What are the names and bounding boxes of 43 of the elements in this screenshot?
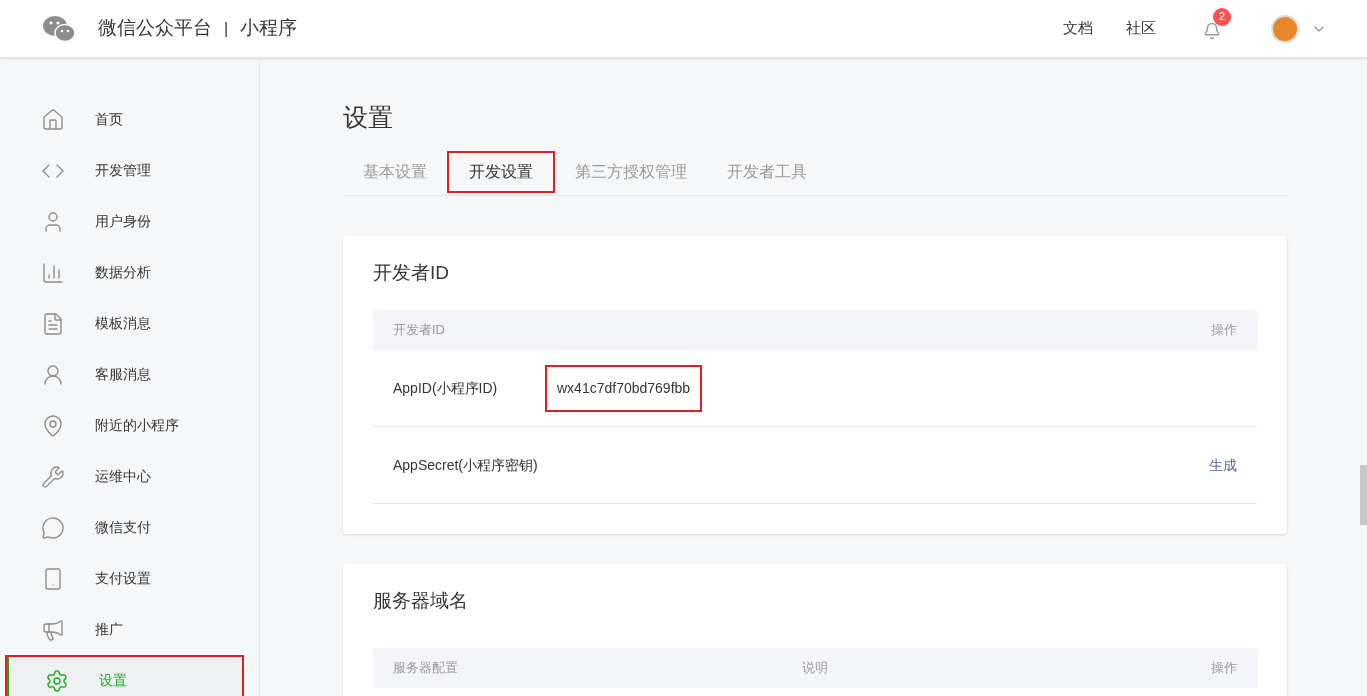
sidebar-item[interactable]: 客服消息	[5, 349, 244, 400]
chat-bubbles-logo	[42, 14, 76, 43]
sidebar-item[interactable]: 支付设置	[5, 553, 244, 604]
table-cell-text: AppSecret(小程序密钥)	[393, 455, 539, 475]
table-cell: wx41c7df70bd769fbb	[545, 364, 703, 412]
person-icon	[41, 362, 65, 387]
notification-badge: 2	[1213, 7, 1231, 26]
column-header: 服务器配置	[393, 659, 459, 678]
generate-link[interactable]: 生成	[1209, 454, 1237, 476]
page-title: 设置	[343, 102, 394, 133]
column-header: 说明	[802, 659, 828, 678]
bell-icon	[1203, 21, 1221, 40]
column-header: 操作	[1211, 659, 1237, 678]
avatar	[1271, 14, 1299, 43]
column-header: 开发者ID	[393, 321, 445, 340]
sidebar-item[interactable]: 附近的小程序	[5, 400, 244, 451]
scrollbar-thumb	[1360, 465, 1367, 525]
wrench-icon	[41, 464, 65, 489]
product-name: 小程序	[240, 16, 298, 41]
table-cell-text: AppID(小程序ID)	[393, 378, 499, 398]
sidebar-item[interactable]: 运维中心	[5, 451, 244, 502]
column-header: 操作	[1211, 321, 1237, 340]
card-title: 服务器域名	[373, 589, 469, 613]
location-pin-icon	[41, 413, 65, 438]
card-title: 开发者ID	[373, 261, 450, 285]
document-icon	[41, 311, 65, 336]
tab[interactable]: 开发设置	[447, 151, 555, 193]
sidebar-item[interactable]: 开发管理	[5, 145, 244, 196]
settings-icon	[45, 668, 69, 693]
header-link[interactable]: 文档	[1063, 17, 1093, 40]
sidebar-item[interactable]: 用户身份	[5, 196, 244, 247]
header-link[interactable]: 社区	[1126, 17, 1156, 40]
sidebar-item[interactable]: 推广	[5, 604, 244, 655]
sidebar-item[interactable]: 首页	[5, 94, 244, 145]
sidebar-item[interactable]: 模板消息	[5, 298, 244, 349]
brand-divider: |	[224, 18, 229, 39]
chat-bubble-icon	[41, 515, 65, 540]
bar-chart-icon	[41, 260, 65, 285]
brand-name: 微信公众平台	[98, 16, 212, 41]
sidebar-item[interactable]: 微信支付	[5, 502, 244, 553]
house-icon	[41, 107, 65, 132]
megaphone-icon	[41, 617, 65, 642]
sidebar-item[interactable]: 数据分析	[5, 247, 244, 298]
